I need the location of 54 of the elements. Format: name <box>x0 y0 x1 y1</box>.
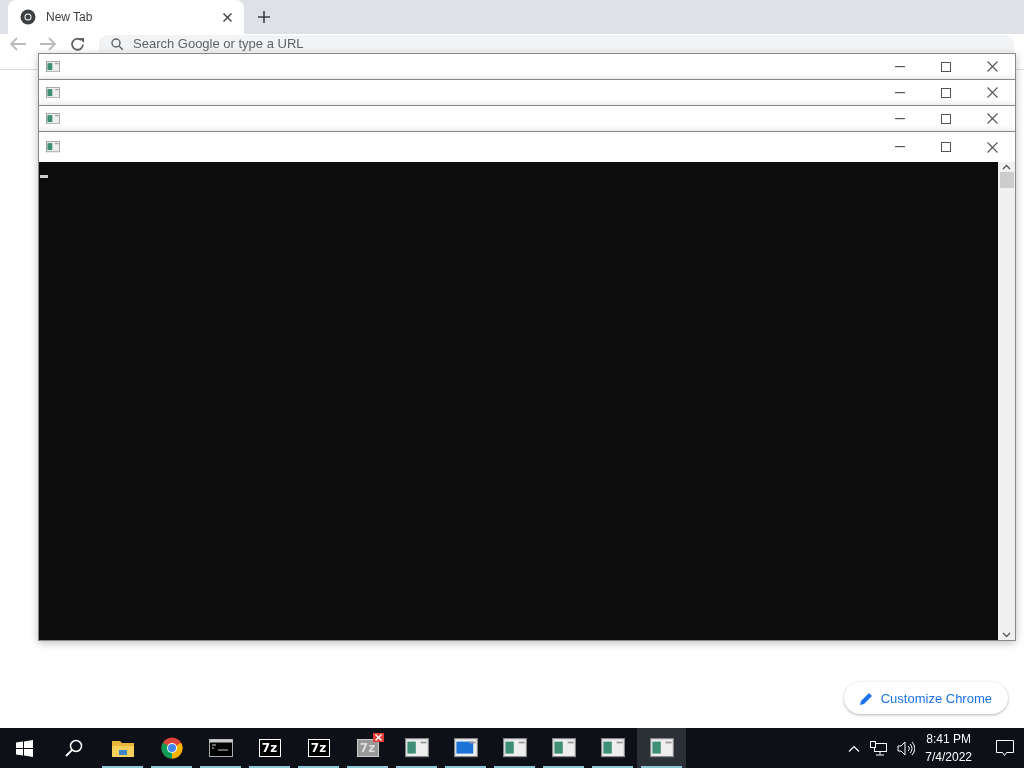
maximize-icon <box>941 87 951 98</box>
windows-logo-icon <box>16 739 33 757</box>
chrome-logo-icon <box>20 9 36 25</box>
minimize-icon <box>895 91 905 94</box>
taskbar-button[interactable]: 7z <box>294 728 343 768</box>
terminal-icon <box>208 739 233 757</box>
maximize-icon <box>941 113 951 124</box>
close-icon <box>986 113 998 124</box>
console-window-icon <box>649 738 674 758</box>
error-icon <box>372 733 384 742</box>
tab-title: New Tab <box>46 10 94 24</box>
reload-icon[interactable] <box>70 37 85 52</box>
browser-tab[interactable]: New Tab <box>8 0 244 34</box>
console-window-icon <box>502 738 527 758</box>
maximize-icon <box>941 61 951 72</box>
scroll-down-icon[interactable] <box>1002 632 1011 638</box>
chevron-up-icon[interactable] <box>848 744 861 752</box>
minimize-icon <box>895 65 905 68</box>
minimize-icon <box>895 146 905 148</box>
console-window-icon <box>404 738 429 758</box>
console-window-icon <box>46 112 60 125</box>
speaker-icon[interactable] <box>897 740 916 756</box>
network-icon[interactable] <box>870 740 888 756</box>
scrollbar[interactable] <box>998 162 1015 640</box>
window-icon <box>453 738 478 758</box>
console-window-icon <box>600 738 625 758</box>
taskbar-button[interactable] <box>637 728 686 768</box>
close-icon <box>986 87 998 98</box>
address-bar[interactable]: Search Google or type a URL <box>99 35 1014 52</box>
minimize-icon <box>895 117 905 120</box>
archive-logo: 7z <box>307 739 330 757</box>
console-window-icon <box>551 738 576 758</box>
notification-icon[interactable] <box>996 739 1014 757</box>
console-window-icon <box>46 141 60 153</box>
clock-time[interactable]: 8:41 PM <box>926 730 971 748</box>
search-icon <box>111 37 123 50</box>
clock-date[interactable]: 7/4/2022 <box>925 748 972 766</box>
new-tab-icon[interactable] <box>258 11 270 23</box>
console-window-icon <box>46 60 60 73</box>
customize-chrome-button[interactable]: Customize Chrome <box>843 682 1008 714</box>
scrollbar-thumb[interactable] <box>999 172 1014 188</box>
close-icon <box>986 61 998 72</box>
scroll-up-icon[interactable] <box>1002 164 1011 170</box>
maximize-icon <box>941 142 951 152</box>
pencil-icon <box>859 691 873 705</box>
close-icon[interactable] <box>223 12 232 22</box>
text-cursor <box>40 175 48 178</box>
console-window-icon <box>46 86 60 99</box>
search-icon <box>64 739 83 757</box>
folder-icon <box>111 739 134 757</box>
taskbar-button[interactable]: 7z <box>245 728 294 768</box>
archive-logo: 7z <box>258 739 281 757</box>
chrome-logo-icon <box>160 737 183 759</box>
close-icon <box>986 141 998 153</box>
